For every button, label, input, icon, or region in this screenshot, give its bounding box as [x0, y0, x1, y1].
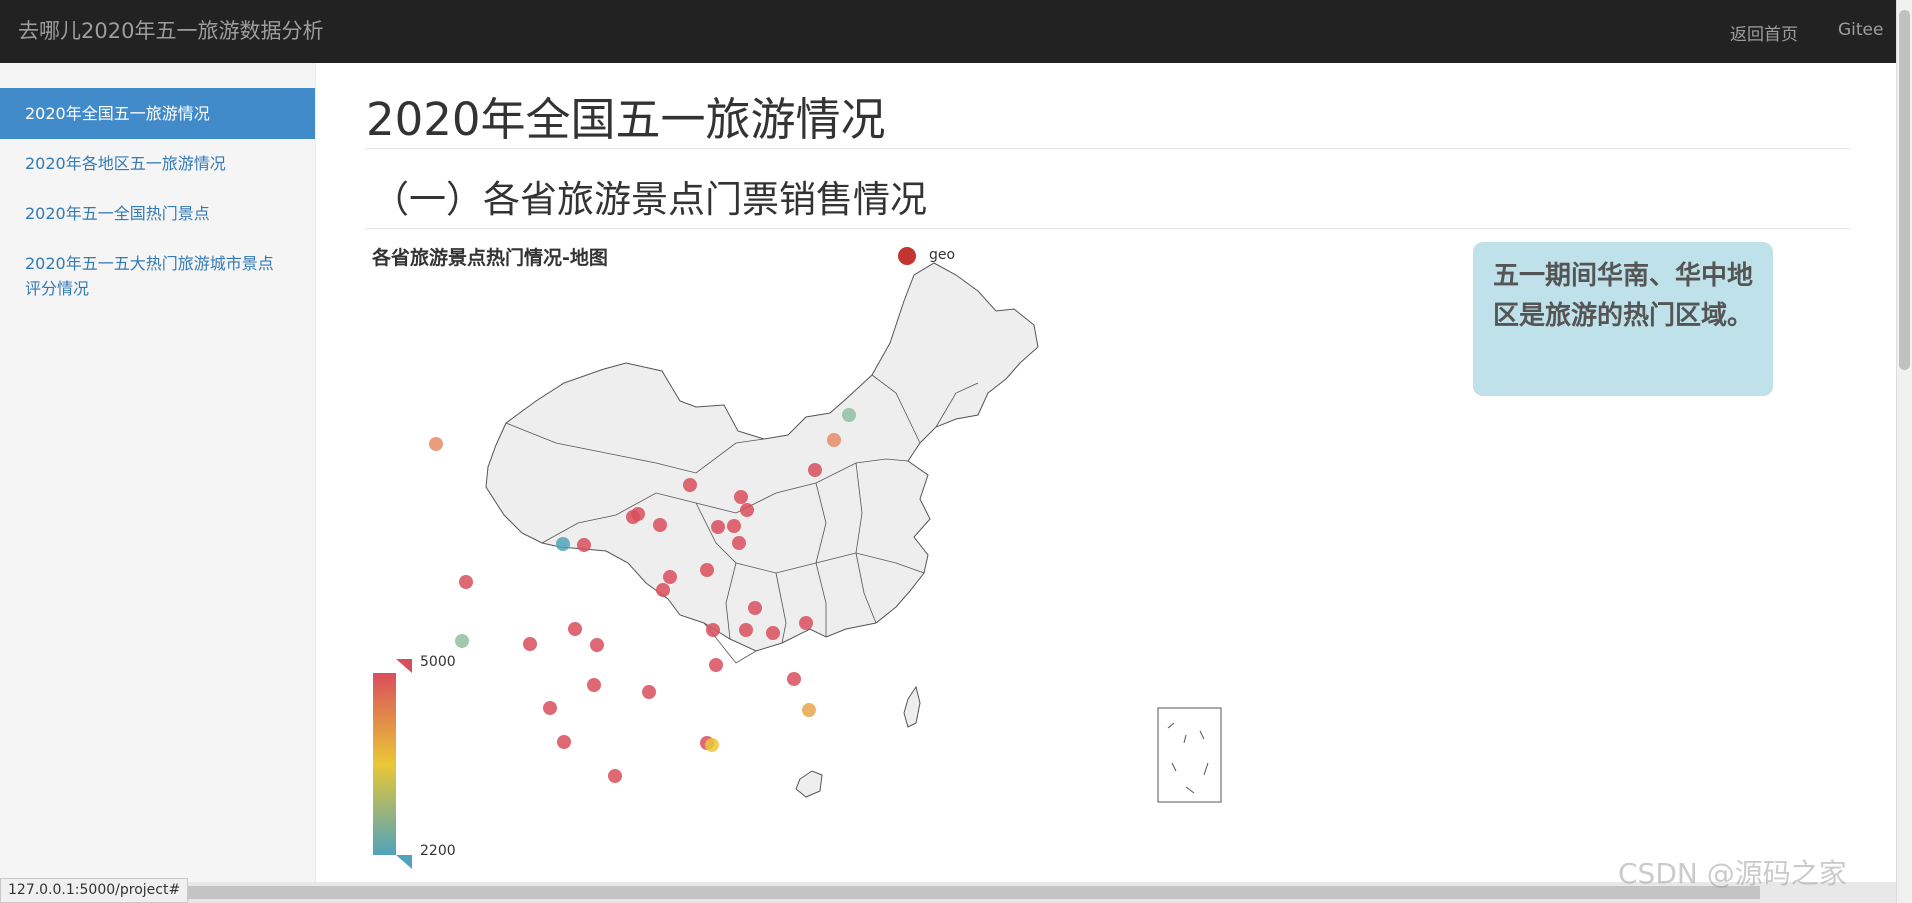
scatter-point[interactable] — [727, 519, 741, 533]
nav-link-home[interactable]: 返回首页 — [1730, 20, 1798, 45]
scatter-point[interactable] — [734, 490, 748, 504]
scatter-point[interactable] — [740, 503, 754, 517]
hainan-island — [795, 770, 823, 798]
scatter-point[interactable] — [429, 437, 443, 451]
scatter-point[interactable] — [683, 478, 697, 492]
legend-geo-marker[interactable] — [898, 247, 916, 265]
scatter-point[interactable] — [663, 570, 677, 584]
scatter-point[interactable] — [706, 623, 720, 637]
scatter-point[interactable] — [748, 601, 762, 615]
scatter-point[interactable] — [802, 703, 816, 717]
sidebar-item-national[interactable]: 2020年全国五一旅游情况 — [0, 88, 315, 139]
scatter-point[interactable] — [587, 678, 601, 692]
china-map-outline — [485, 262, 1039, 652]
scatter-point[interactable] — [711, 520, 725, 534]
scatter-point[interactable] — [705, 738, 719, 752]
south-china-sea-inset — [1157, 707, 1222, 803]
sidebar-item-top-cities-label2: 评分情况 — [25, 279, 90, 298]
scatter-point[interactable] — [523, 637, 537, 651]
scatter-point[interactable] — [827, 433, 841, 447]
visual-map-bar[interactable] — [373, 673, 396, 855]
scatter-point[interactable] — [842, 408, 856, 422]
visual-map-max-handle[interactable] — [396, 659, 412, 673]
scatter-point[interactable] — [590, 638, 604, 652]
sidebar-item-hot-spots[interactable]: 2020年五一全国热门景点 — [0, 201, 315, 226]
insight-callout: 五一期间华南、华中地区是旅游的热门区域。 — [1473, 242, 1773, 396]
scatter-point[interactable] — [653, 518, 667, 532]
scatter-point[interactable] — [732, 536, 746, 550]
scatter-point[interactable] — [808, 463, 822, 477]
scatter-point[interactable] — [608, 769, 622, 783]
legend-geo-label[interactable]: geo — [929, 247, 955, 263]
scatter-point[interactable] — [799, 616, 813, 630]
scatter-point[interactable] — [577, 538, 591, 552]
scatter-point[interactable] — [700, 563, 714, 577]
scatter-point[interactable] — [557, 735, 571, 749]
sidebar-item-top-cities[interactable]: 2020年五一五大热门旅游城市景点 评分情况 — [0, 251, 315, 301]
sidebar-item-top-cities-label: 2020年五一五大热门旅游城市景点 — [25, 254, 274, 273]
nav-link-gitee[interactable]: Gitee — [1838, 20, 1883, 40]
scatter-point[interactable] — [656, 583, 670, 597]
scatter-point[interactable] — [543, 701, 557, 715]
visual-map-min-label: 2200 — [420, 843, 456, 859]
scatter-point[interactable] — [709, 658, 723, 672]
sidebar-item-regional[interactable]: 2020年各地区五一旅游情况 — [0, 151, 315, 176]
scatter-point[interactable] — [568, 622, 582, 636]
scatter-point[interactable] — [455, 634, 469, 648]
vertical-scroll-thumb[interactable] — [1899, 10, 1910, 370]
scatter-point[interactable] — [642, 685, 656, 699]
top-navbar: 去哪儿2020年五一旅游数据分析 返回首页 Gitee — [0, 0, 1912, 63]
horizontal-scrollbar[interactable] — [0, 882, 1896, 903]
vertical-scrollbar[interactable] — [1896, 0, 1912, 903]
app-brand[interactable]: 去哪儿2020年五一旅游数据分析 — [18, 15, 323, 45]
visual-map-max-label: 5000 — [420, 654, 456, 670]
scatter-point[interactable] — [787, 672, 801, 686]
scatter-point[interactable] — [459, 575, 473, 589]
watermark: CSDN @源码之家 — [1618, 857, 1847, 890]
horizontal-scroll-thumb[interactable] — [180, 886, 1760, 899]
sidebar: 2020年全国五一旅游情况 2020年各地区五一旅游情况 2020年五一全国热门… — [0, 63, 316, 903]
china-map-chart — [373, 262, 1222, 869]
main-content: 2020年全国五一旅游情况 （一）各省旅游景点门票销售情况 5000 2200 … — [316, 63, 1896, 903]
scatter-point[interactable] — [766, 626, 780, 640]
chart-title: 各省旅游景点热门情况-地图 — [372, 247, 608, 269]
status-bar-url: 127.0.0.1:5000/project# — [0, 878, 189, 903]
visual-map-min-handle[interactable] — [396, 855, 412, 869]
taiwan-island — [903, 685, 921, 728]
scatter-point[interactable] — [739, 623, 753, 637]
scatter-point[interactable] — [556, 537, 570, 551]
scatter-point[interactable] — [631, 507, 645, 521]
